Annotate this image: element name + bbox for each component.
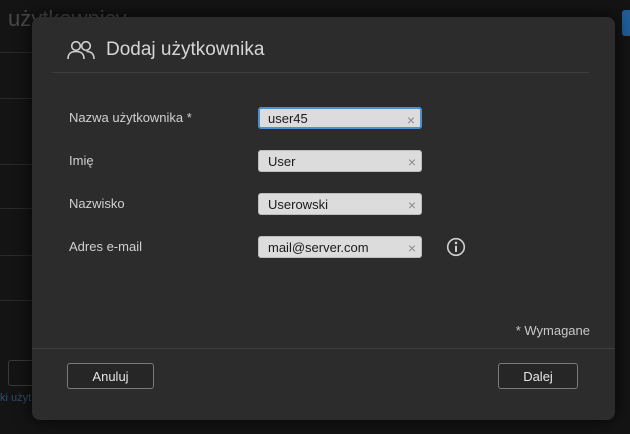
add-user-dialog: Dodaj użytkownika Nazwa użytkownika * × … [32, 17, 615, 420]
first-name-field[interactable]: × [258, 150, 422, 172]
required-note: * Wymagane [515, 323, 590, 338]
username-input[interactable] [260, 109, 420, 127]
last-name-row: Nazwisko × [69, 193, 589, 217]
background-divider [0, 164, 34, 165]
dialog-header: Dodaj użytkownika [66, 36, 264, 64]
first-name-row: Imię × [69, 150, 589, 174]
background-link: ki użyt [0, 392, 32, 404]
first-name-input[interactable] [259, 151, 421, 171]
username-label: Nazwa użytkownika * [69, 110, 192, 125]
email-field[interactable]: × [258, 236, 422, 258]
users-icon [67, 40, 95, 60]
background-divider [0, 300, 34, 301]
background-divider [0, 98, 34, 99]
email-input[interactable] [259, 237, 421, 257]
background-divider [0, 255, 34, 256]
last-name-input[interactable] [259, 194, 421, 214]
clear-icon[interactable]: × [407, 113, 415, 127]
username-field[interactable]: × [258, 107, 422, 129]
background-accent-button [622, 10, 630, 36]
info-icon[interactable] [446, 237, 466, 257]
dialog-title: Dodaj użytkownika [106, 39, 265, 60]
background-divider [0, 208, 34, 209]
header-divider [52, 72, 589, 73]
background-divider [0, 52, 34, 53]
email-label: Adres e-mail [69, 239, 142, 254]
first-name-label: Imię [69, 153, 94, 168]
clear-icon[interactable]: × [408, 198, 416, 212]
next-button[interactable]: Dalej [498, 363, 578, 389]
email-row: Adres e-mail × [69, 236, 589, 260]
clear-icon[interactable]: × [408, 241, 416, 255]
cancel-button[interactable]: Anuluj [67, 363, 154, 389]
last-name-label: Nazwisko [69, 196, 125, 211]
clear-icon[interactable]: × [408, 155, 416, 169]
last-name-field[interactable]: × [258, 193, 422, 215]
username-row: Nazwa użytkownika * × [69, 107, 589, 131]
footer-divider [32, 348, 615, 349]
